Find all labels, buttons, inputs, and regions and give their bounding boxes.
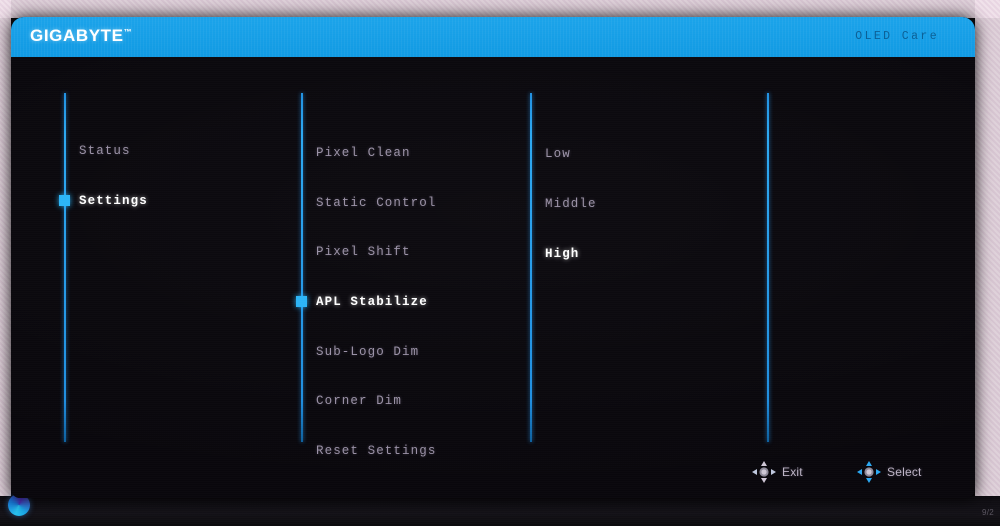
taskbar: 9/2 — [0, 494, 1000, 526]
column-rail-2 — [301, 93, 303, 442]
menu-item-apl-stabilize[interactable]: APL Stabilize — [316, 295, 428, 309]
hint-select[interactable]: Select — [856, 460, 922, 484]
menu-item-status[interactable]: Status — [79, 144, 131, 158]
selection-marker-settings — [59, 195, 70, 206]
osd-panel: GIGABYTE™ OLED Care Status Settings Pixe… — [11, 17, 975, 498]
column-rail-3 — [530, 93, 532, 442]
menu-item-corner-dim[interactable]: Corner Dim — [316, 394, 402, 408]
selection-marker-apl-stabilize — [296, 296, 307, 307]
menu-item-settings[interactable]: Settings — [79, 194, 148, 208]
osd-section-title: OLED Care — [855, 30, 939, 43]
option-item-low[interactable]: Low — [545, 147, 571, 161]
option-item-middle[interactable]: Middle — [545, 197, 597, 211]
column-rail-1 — [64, 93, 66, 442]
monitor-photo: 9/2 GIGABYTE™ OLED Care Status Settings … — [0, 0, 1000, 526]
menu-item-pixel-clean[interactable]: Pixel Clean — [316, 146, 411, 160]
navigation-hints: Exit Select — [11, 456, 975, 486]
desktop-background-left — [0, 0, 11, 500]
osd-header: GIGABYTE™ OLED Care — [11, 17, 975, 57]
hint-exit-label: Exit — [782, 465, 803, 479]
option-item-high[interactable]: High — [545, 247, 579, 261]
menu-item-pixel-shift[interactable]: Pixel Shift — [316, 245, 411, 259]
column-rail-4 — [767, 93, 769, 442]
menu-item-static-control[interactable]: Static Control — [316, 196, 436, 210]
hint-select-label: Select — [887, 465, 922, 479]
desktop-background-right — [975, 0, 1000, 500]
hint-exit[interactable]: Exit — [751, 460, 803, 484]
osd-body: Status Settings Pixel Clean Static Contr… — [11, 57, 975, 498]
trademark-mark: ™ — [123, 27, 132, 37]
desktop-background-top — [0, 0, 1000, 18]
brand-text: GIGABYTE — [30, 26, 124, 45]
joystick-icon — [856, 460, 882, 484]
menu-item-sub-logo-dim[interactable]: Sub-Logo Dim — [316, 345, 419, 359]
joystick-icon — [751, 460, 777, 484]
gigabyte-logo: GIGABYTE™ — [30, 26, 132, 46]
taskbar-clock: 9/2 — [981, 508, 994, 517]
